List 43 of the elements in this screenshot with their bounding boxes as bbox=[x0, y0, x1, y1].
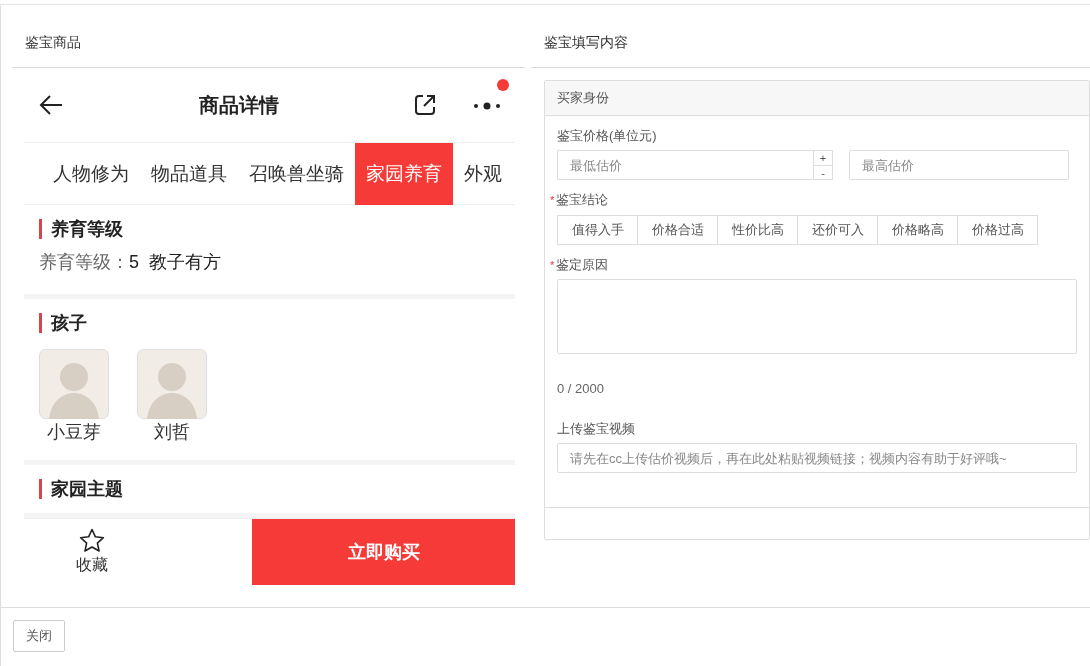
choice-button[interactable]: 价格合适 bbox=[637, 214, 718, 245]
section-heading: 家园主题 bbox=[39, 479, 500, 499]
category-tab[interactable]: 外观 bbox=[453, 143, 513, 205]
decrement-button[interactable]: - bbox=[814, 166, 832, 180]
field-label: 上传鉴宝视频 bbox=[557, 419, 635, 438]
star-icon bbox=[78, 527, 105, 553]
panel-title: 鉴宝填写内容 bbox=[531, 5, 1090, 68]
choice-button[interactable]: 还价可入 bbox=[797, 214, 878, 245]
page-title: 商品详情 bbox=[197, 93, 280, 118]
field-label: 鉴定原因 bbox=[556, 255, 609, 274]
more-icon[interactable] bbox=[473, 100, 501, 111]
choice-button[interactable]: 性价比高 bbox=[717, 214, 798, 245]
character-counter: 0 / 2000 bbox=[557, 380, 605, 398]
avatar bbox=[137, 349, 207, 419]
panel-title: 鉴宝商品 bbox=[12, 5, 525, 68]
choice-button[interactable]: 价格略高 bbox=[877, 214, 958, 245]
info-label: 养育等级： bbox=[39, 252, 129, 272]
section-heading: 孩子 bbox=[39, 313, 500, 333]
input-field[interactable]: 最高估价 bbox=[849, 150, 1069, 180]
choice-button[interactable]: 值得入手 bbox=[557, 214, 638, 245]
avatar bbox=[39, 349, 109, 419]
card-header: 买家身份 bbox=[545, 81, 1089, 116]
increment-button[interactable]: + bbox=[814, 151, 832, 166]
field-label: 鉴宝价格(单位元) bbox=[557, 126, 657, 145]
child-name: 刘哲 bbox=[153, 421, 191, 444]
category-tab[interactable]: 物品道具 bbox=[140, 143, 238, 205]
input-field[interactable]: 请先在cc上传估价视频后，再在此处粘贴视频链接；视频内容有助于好评哦~ bbox=[557, 443, 1077, 473]
section-heading: 养育等级 bbox=[39, 219, 500, 239]
close-button[interactable]: 关闭 bbox=[13, 620, 65, 652]
required-mark: * bbox=[550, 257, 555, 273]
field-label: 鉴宝结论 bbox=[556, 191, 609, 209]
category-tab[interactable]: 家园养育 bbox=[355, 143, 453, 205]
category-tab[interactable]: 人物修为 bbox=[42, 143, 140, 205]
child-name: 小豆芽 bbox=[46, 421, 102, 444]
info-value: 5 bbox=[129, 252, 139, 272]
required-mark: * bbox=[550, 193, 555, 208]
buy-button[interactable]: 立即购买 bbox=[252, 519, 515, 585]
choice-button[interactable]: 价格过高 bbox=[957, 214, 1038, 245]
back-icon[interactable] bbox=[38, 94, 64, 116]
favorite-button[interactable]: 收藏 bbox=[24, 519, 159, 585]
info-value: 教子有方 bbox=[149, 252, 221, 272]
share-icon[interactable] bbox=[413, 93, 437, 117]
category-tab[interactable]: 召唤兽坐骑 bbox=[238, 143, 355, 205]
